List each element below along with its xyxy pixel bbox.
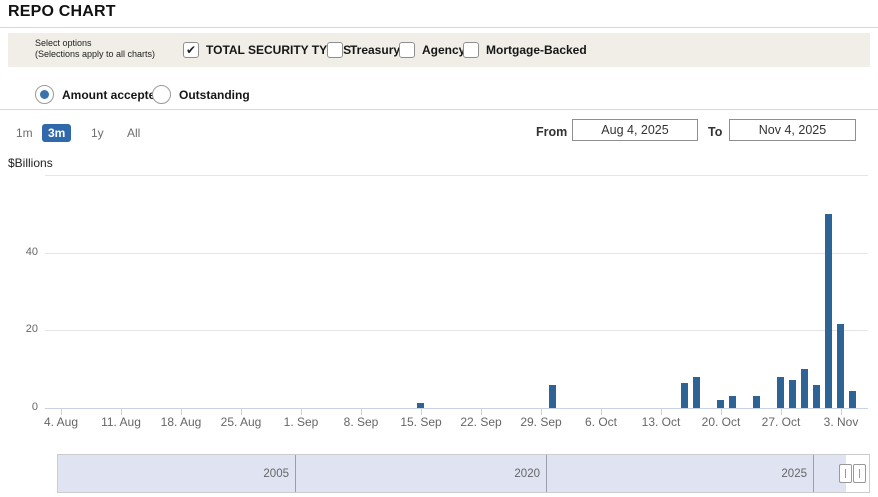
page-title: REPO CHART (8, 3, 116, 21)
checkbox-label: Agency (422, 43, 465, 57)
checkbox-box-checked[interactable]: ✔ (183, 42, 199, 58)
bar-sep-15-2025[interactable] (417, 403, 424, 408)
radio-dot (157, 90, 166, 99)
checkbox-label: Mortgage-Backed (486, 43, 587, 57)
x-tick-label: 29. Sep (510, 415, 572, 429)
radio-circle[interactable] (35, 85, 54, 104)
repo-chart-page: REPO CHART Select options (Selections ap… (0, 0, 878, 497)
bar-oct-27-2025[interactable] (777, 377, 784, 408)
radio-amount-accepted[interactable]: Amount accepted (35, 80, 163, 109)
range-button-all[interactable]: All (121, 124, 146, 142)
navigator-right-handle[interactable] (853, 464, 866, 483)
x-tick-label: 4. Aug (30, 415, 92, 429)
title-divider (0, 27, 878, 28)
checkbox-box-unchecked[interactable] (463, 42, 479, 58)
select-options-line1: Select options (35, 38, 155, 49)
y-tick-label: 0 (8, 401, 38, 413)
radio-label: Outstanding (179, 88, 250, 102)
y-tick-label: 40 (8, 246, 38, 258)
range-button-3m[interactable]: 3m (42, 124, 71, 142)
from-date-input[interactable] (572, 119, 698, 141)
gridline-40 (45, 253, 868, 254)
radio-circle[interactable] (152, 85, 171, 104)
navigator-year-divider (295, 455, 296, 492)
x-tick-label: 25. Aug (210, 415, 272, 429)
x-tick-label: 18. Aug (150, 415, 212, 429)
x-tick-label: 11. Aug (90, 415, 152, 429)
x-tick-label: 6. Oct (570, 415, 632, 429)
bar-oct-29-2025[interactable] (801, 369, 808, 408)
y-tick-label: 20 (8, 323, 38, 335)
bar-oct-20-2025[interactable] (717, 400, 724, 408)
checkbox-treasury[interactable]: Treasury (327, 33, 400, 67)
radio-outstanding[interactable]: Outstanding (152, 80, 250, 109)
bar-oct-31-2025[interactable] (825, 214, 832, 408)
grip-icon (845, 469, 846, 478)
bar-sep-30-2025[interactable] (549, 385, 556, 408)
x-tick-label: 15. Sep (390, 415, 452, 429)
navigator-left-handle[interactable] (839, 464, 852, 483)
bar-oct-21-2025[interactable] (729, 396, 736, 408)
checkbox-agency[interactable]: Agency (399, 33, 465, 67)
bar-oct-23-2025[interactable] (753, 396, 760, 408)
gridline-60 (45, 175, 868, 176)
bar-oct-28-2025[interactable] (789, 380, 796, 408)
select-options-label: Select options (Selections apply to all … (35, 38, 155, 60)
select-options-line2: (Selections apply to all charts) (35, 49, 155, 60)
to-date-input[interactable] (729, 119, 856, 141)
x-tick-label: 27. Oct (750, 415, 812, 429)
bar-oct-15-2025[interactable] (681, 383, 688, 408)
x-tick-label: 1. Sep (270, 415, 332, 429)
bar-oct-16-2025[interactable] (693, 377, 700, 408)
grip-icon (859, 469, 860, 478)
bar-nov-4-2025[interactable] (849, 391, 856, 408)
navigator-year-divider (813, 455, 814, 492)
checkbox-mortgage-backed[interactable]: Mortgage-Backed (463, 33, 587, 67)
chart-navigator[interactable]: 2005 2020 2025 (57, 454, 870, 493)
bar-oct-30-2025[interactable] (813, 385, 820, 408)
range-button-1m[interactable]: 1m (10, 124, 39, 142)
to-label: To (708, 125, 722, 139)
navigator-year-label: 2020 (470, 455, 540, 492)
navigator-mask[interactable] (58, 455, 846, 492)
x-tick-label: 8. Sep (330, 415, 392, 429)
gridline-20 (45, 330, 868, 331)
checkbox-box-unchecked[interactable] (399, 42, 415, 58)
row-divider (0, 109, 878, 110)
from-label: From (536, 125, 567, 139)
checkbox-total-security-types[interactable]: ✔TOTAL SECURITY TYPES (183, 33, 351, 67)
options-bar: Select options (Selections apply to all … (8, 33, 870, 67)
x-tick-label: 22. Sep (450, 415, 512, 429)
navigator-year-divider (546, 455, 547, 492)
bar-nov-3-2025[interactable] (837, 324, 844, 408)
checkbox-label: Treasury (350, 43, 400, 57)
x-tick-label: 3. Nov (810, 415, 872, 429)
navigator-year-label: 2005 (219, 455, 289, 492)
x-tick-label: 13. Oct (630, 415, 692, 429)
radio-label: Amount accepted (62, 88, 163, 102)
range-button-1y[interactable]: 1y (85, 124, 110, 142)
navigator-year-label: 2025 (737, 455, 807, 492)
x-axis-line (45, 408, 868, 409)
x-tick-label: 20. Oct (690, 415, 752, 429)
radio-dot (40, 90, 49, 99)
checkbox-box-unchecked[interactable] (327, 42, 343, 58)
y-axis-title: $Billions (8, 156, 53, 170)
